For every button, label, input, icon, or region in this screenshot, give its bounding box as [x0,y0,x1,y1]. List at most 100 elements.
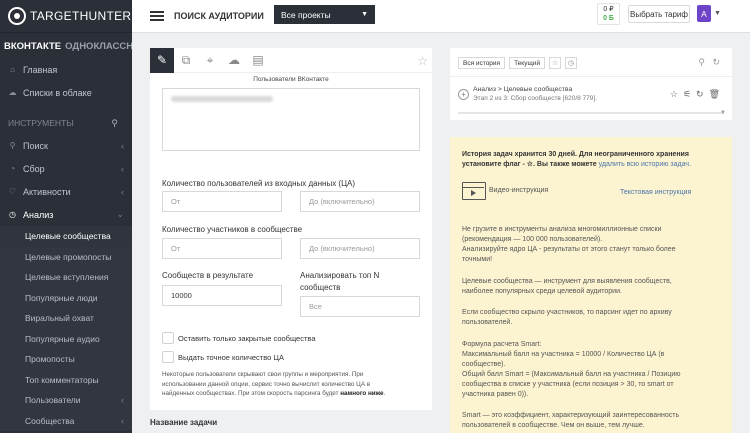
tab-odnoklassniki[interactable]: ОДНОКЛАССНИКИ [65,41,132,52]
search-icon[interactable]: ⚲ [111,118,118,129]
info-line: Анализируйте ядро ЦА - результаты от это… [462,246,676,253]
sidebar-item-collect[interactable]: ◔ Сбор ‹ [0,157,132,180]
tab-vkontakte[interactable]: ВКОНТАКТЕ [4,41,61,52]
network-tabs: ВКОНТАКТЕ ОДНОКЛАССНИКИ [0,33,132,58]
sidebar-item-label: Активности [23,186,71,197]
sidebar-item-cloud-lists[interactable]: ☁ Списки в облаке [0,81,132,104]
subitem-label: Пользователи [25,395,81,406]
note-line: использовании данной опции, сервис точно… [162,380,371,388]
sidebar-item-search[interactable]: ⚲ Поиск ‹ [0,134,132,157]
avatar[interactable]: A [697,5,711,22]
sidebar-subitem-target-joins[interactable]: Целевые вступления [0,267,132,288]
sidebar-subitem-promoposts[interactable]: Промопосты [0,349,132,370]
menu-icon[interactable] [150,11,164,21]
exact-count-checkbox[interactable] [162,351,174,363]
chevron-left-icon: ‹ [121,186,124,197]
settings-sliders-icon[interactable]: ⚟ [683,89,691,100]
sidebar-subitem-users[interactable]: Пользователи ‹ [0,390,132,411]
info-line: Формула расчета Smart: [462,341,542,348]
clock-filter-icon[interactable]: ◷ [565,57,578,69]
expand-plus-icon[interactable]: + [458,89,469,100]
home-icon: ⌂ [10,65,15,74]
text-instruction-link[interactable]: Текстовая инструкция [620,188,691,198]
input-data-textarea[interactable] [162,88,420,151]
info-line: (рекомендация — 100 000 пользователей). [462,236,603,243]
heart-icon: ♡ [8,187,17,196]
tab-all-history[interactable]: Вся история [458,57,506,69]
q1-from-input[interactable]: От [162,191,282,212]
caret-down-icon[interactable]: ▼ [714,10,721,17]
sidebar-item-home[interactable]: ⌂ Главная [0,58,132,81]
collect-icon: ◔ [10,164,15,173]
task-progress-bar [458,112,724,114]
sidebar-item-activity[interactable]: ♡ Активности ‹ [0,180,132,203]
clock-icon: ◷ [9,210,16,219]
sidebar-subitem-viral-reach[interactable]: Виральный охват [0,308,132,329]
page-title: ПОИСК АУДИТОРИИ [174,11,264,21]
copy-files-icon[interactable]: ⧉ [174,48,198,73]
info-header-end: . [689,161,691,168]
task-actions: ☆ ⚟ ↻ 🗑 [670,89,720,100]
refresh-icon[interactable]: ↻ [696,89,704,100]
note-text: найденных сообществах. При этом скорость… [162,390,339,397]
results-count-input[interactable]: 10000 [162,285,282,306]
tool-form-panel: ✎ ⧉ ⌖ ☁ ▤ ☆ Пользователи ВКонтакте Колич… [150,47,432,410]
task-history-panel: Вся история Текущий ☆ ◷ ⚲ ↻ + Анализ > Ц… [450,48,732,120]
star-icon[interactable]: ☆ [670,89,678,100]
subitem-label: Целевые сообщества [25,231,111,242]
star-icon[interactable]: ☆ [417,54,428,68]
star-filter-icon[interactable]: ☆ [549,57,562,69]
chevron-down-icon: ⌄ [116,209,124,219]
task-status: Этап 2 из 3: Сбор сообществ [620/8 779]. [473,95,598,102]
q1-to-input[interactable]: До (включительно) [300,191,420,212]
task-row[interactable]: + Анализ > Целевые сообщества Этап 2 из … [458,86,724,108]
subitem-label: Популярные аудио [25,333,100,344]
top-n-input[interactable]: Все [300,296,420,317]
sidebar-subitem-communities[interactable]: Сообщества ‹ [0,410,132,431]
caret-down-icon: ▼ [361,11,368,18]
info-line: Не грузите в инструменты анализа многоми… [462,226,662,233]
sidebar-item-label: Анализ [23,209,54,220]
video-instruction-link[interactable]: Видео-инструкция [462,182,548,200]
delete-history-link[interactable]: удалить всю историю задач [599,161,689,168]
tab-current[interactable]: Текущий [509,57,546,69]
sidebar: TARGETHUNTER ВКОНТАКТЕ ОДНОКЛАССНИКИ ⌂ Г… [0,0,132,433]
edit-list-icon[interactable]: ✎ [150,47,174,73]
info-line: точными! [462,256,493,263]
top-n-label-line2: сообществ [300,283,341,292]
q2-to-input[interactable]: До (включительно) [300,238,420,259]
balance-rub: 0 ₽ [603,6,614,13]
caret-down-icon[interactable]: ▼ [720,110,726,116]
input-source-tabs: ✎ ⧉ ⌖ ☁ ▤ [150,47,432,73]
q2-from-input[interactable]: От [162,238,282,259]
refresh-icon[interactable]: ↻ [712,57,720,68]
sidebar-subitem-target-communities[interactable]: Целевые сообщества [0,226,132,247]
tools-header-label: ИНСТРУМЕНТЫ [8,118,74,128]
info-line: Если сообщество скрыло участников, то па… [462,309,672,316]
info-paragraph: Если сообщество скрыло участников, то па… [462,308,724,328]
subitem-label: Виральный охват [25,313,94,324]
sidebar-item-analysis[interactable]: ◷ Анализ ⌄ [0,203,132,226]
choose-tariff-button[interactable]: Выбрать тариф [628,5,690,23]
project-select[interactable]: Все проекты ▼ [274,5,375,24]
book-icon[interactable]: ▤ [246,48,270,73]
subitem-label: Целевые промопосты [25,251,112,262]
sidebar-subitem-target-promoposts[interactable]: Целевые промопосты [0,246,132,267]
sidebar-subitem-popular-people[interactable]: Популярные люди [0,287,132,308]
sidebar-subitem-popular-audio[interactable]: Популярные аудио [0,328,132,349]
task-name-label: Название задачи [150,418,218,427]
info-paragraph: Не грузите в инструменты анализа многоми… [462,225,724,265]
trash-icon[interactable]: 🗑 [709,89,720,100]
closed-only-label: Оставить только закрытые сообщества [178,334,316,343]
closed-only-checkbox[interactable] [162,332,174,344]
chevron-left-icon: ‹ [121,163,124,174]
logo[interactable]: TARGETHUNTER [0,0,132,33]
sidebar-subitem-top-commenters[interactable]: Топ комментаторы [0,369,132,390]
search-icon: ⚲ [9,141,16,150]
search-icon[interactable]: ⚲ [698,57,705,68]
info-line: Smart — это коэффициент, характеризующий… [462,412,680,419]
top-n-label-line1: Анализировать топ N [300,271,380,280]
cloud-upload-icon[interactable]: ☁ [222,48,246,73]
balance-badge[interactable]: 0 ₽ 0 Б [597,3,620,25]
map-pin-icon[interactable]: ⌖ [198,48,222,73]
